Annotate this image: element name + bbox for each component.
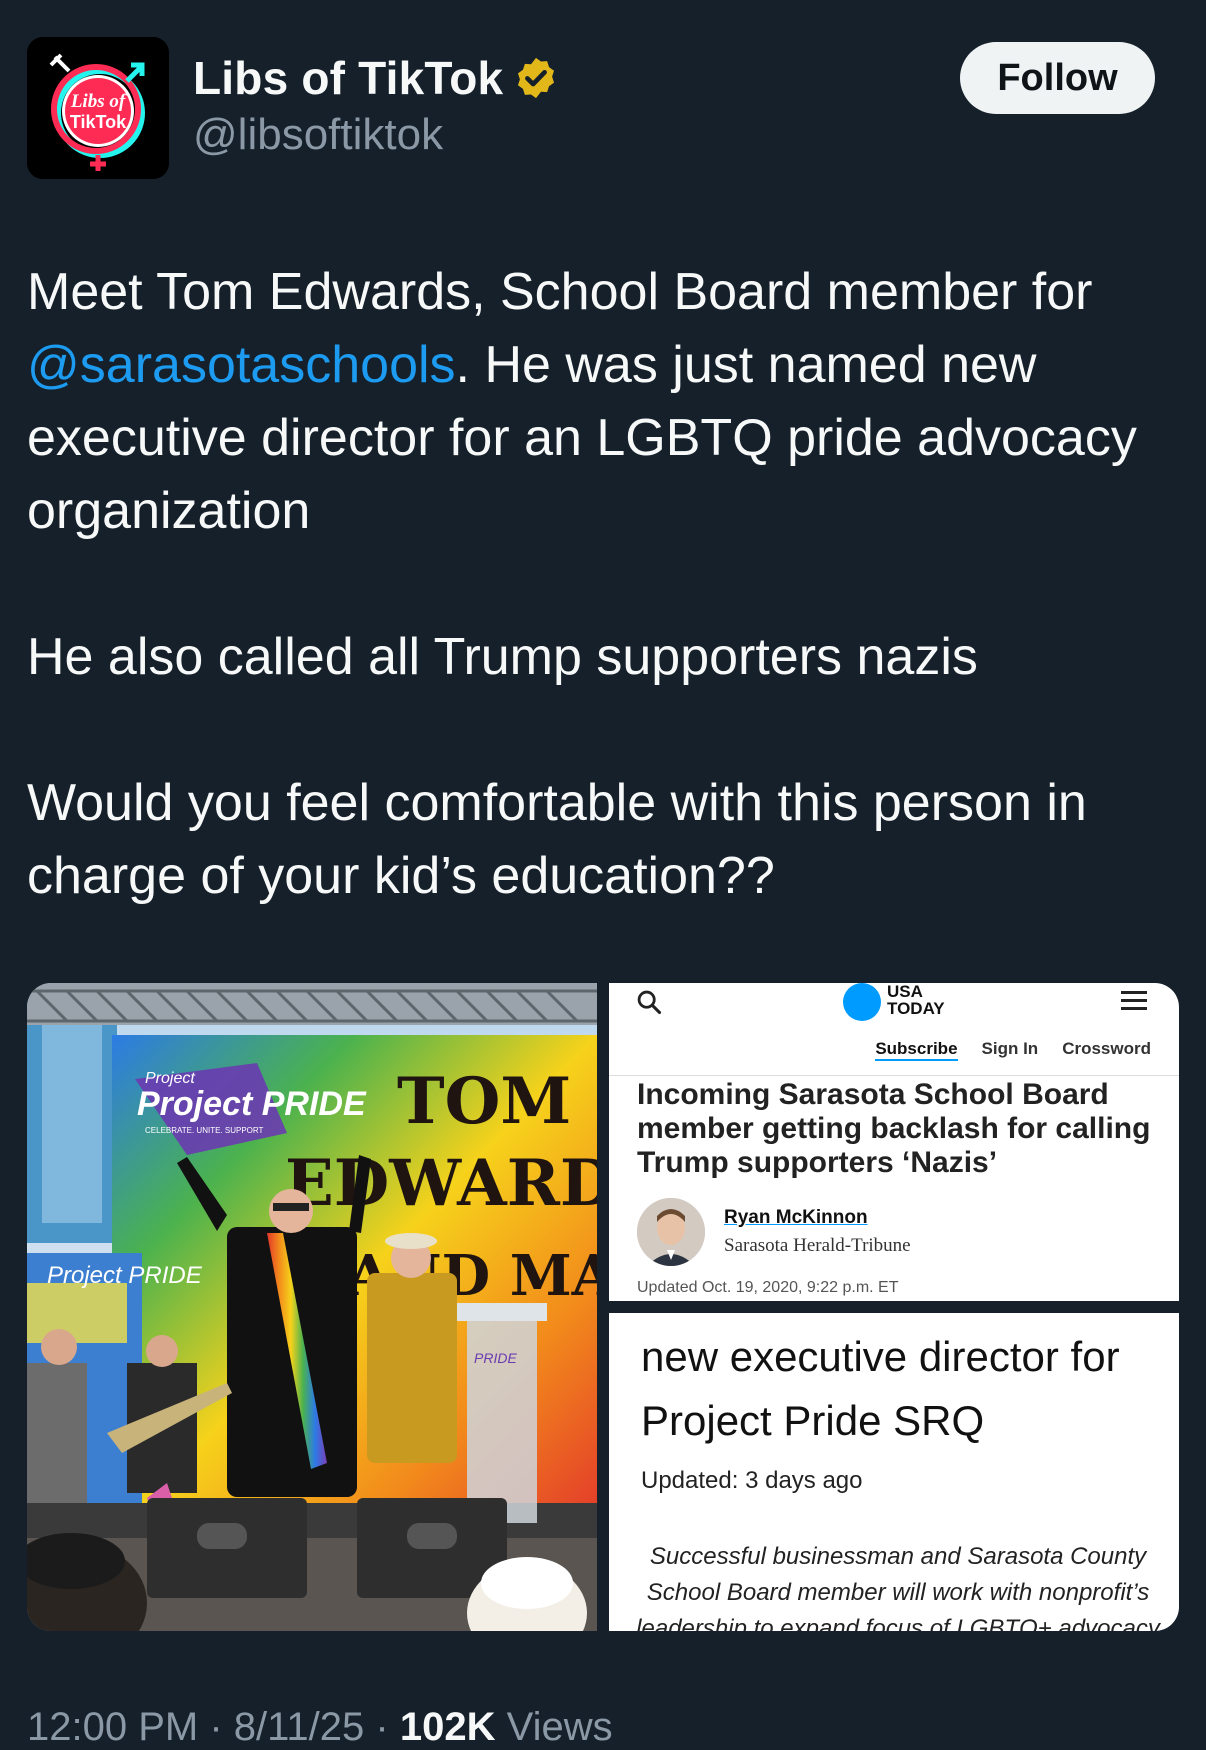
banner-tagline: CELEBRATE. UNITE. SUPPORT xyxy=(145,1126,264,1135)
search-icon[interactable] xyxy=(635,988,663,1016)
tweet-date[interactable]: 8/11/25 xyxy=(234,1705,365,1749)
tweet-paragraph-1: Meet Tom Edwards, School Board member fo… xyxy=(27,256,1187,548)
media-article-projectpride[interactable]: new executive director for Project Pride… xyxy=(609,1313,1179,1631)
author-publication: Sarasota Herald-Tribune xyxy=(724,1235,911,1256)
article-updated-time: Updated Oct. 19, 2020, 9:22 p.m. ET xyxy=(637,1279,899,1296)
side-banner-text: Project PRIDE xyxy=(47,1262,203,1289)
subscribe-link[interactable]: Subscribe xyxy=(875,1039,958,1061)
article2-summary: Successful businessman and Sarasota Coun… xyxy=(636,1543,1160,1631)
usatoday-nav: Subscribe Sign In Crossword xyxy=(875,1039,1151,1061)
usatoday-logo-line2: TODAY xyxy=(887,999,945,1018)
usatoday-header: USA TODAY Subscribe Sign In Crossword xyxy=(609,983,1179,1076)
sign-in-link[interactable]: Sign In xyxy=(982,1039,1039,1061)
usatoday-logo: USA TODAY xyxy=(887,983,945,1017)
author-photo xyxy=(637,1198,705,1266)
media-photo-stage[interactable]: Project PRIDE Project Project PRIDE CELE… xyxy=(27,983,597,1631)
views-count: 102K xyxy=(399,1705,496,1749)
usatoday-logo-dot-icon xyxy=(843,983,881,1021)
article2-headline: new executive director for Project Pride… xyxy=(641,1333,1120,1444)
author-name[interactable]: Ryan McKinnon xyxy=(724,1207,868,1229)
banner-name-1: TOM xyxy=(397,1064,571,1139)
tweet-time[interactable]: 12:00 PM xyxy=(27,1705,198,1749)
tweet-paragraph-2: He also called all Trump supporters nazi… xyxy=(27,628,978,686)
libs-of-tiktok-logo-icon: Libs of TikTok xyxy=(27,37,169,179)
media-grid: Project PRIDE Project Project PRIDE CELE… xyxy=(27,983,1179,1631)
avatar-text-line1: Libs of xyxy=(70,91,127,112)
media-article-usatoday[interactable]: USA TODAY Subscribe Sign In Crossword In… xyxy=(609,983,1179,1301)
tweet-text: Meet Tom Edwards, School Board member fo… xyxy=(27,256,1187,913)
meta-separator: · xyxy=(375,1705,389,1749)
podium-logo: PRIDE xyxy=(474,1350,517,1366)
avatar-text-line2: TikTok xyxy=(70,112,127,132)
tweet-line-1: Meet Tom Edwards, School Board member fo… xyxy=(27,263,1093,321)
tweet-meta: 12:00 PM · 8/11/25 · 102K Views xyxy=(27,1705,613,1750)
profile-avatar[interactable]: Libs of TikTok xyxy=(27,37,169,179)
tweet-paragraph-3: Would you feel comfortable with this per… xyxy=(27,774,1087,905)
hamburger-menu-icon[interactable] xyxy=(1121,989,1147,1011)
follow-button[interactable]: Follow xyxy=(960,42,1155,114)
banner-name-2: EDWARDS xyxy=(285,1146,597,1221)
crossword-link[interactable]: Crossword xyxy=(1062,1039,1151,1061)
display-name-row: Libs of TikTok xyxy=(193,48,559,108)
banner-logo: Project PRIDE xyxy=(137,1085,367,1123)
gold-verified-badge-icon[interactable] xyxy=(513,55,559,101)
article-headline: Incoming Sarasota School Board member ge… xyxy=(637,1078,1151,1179)
article2-updated-time: Updated: 3 days ago xyxy=(641,1467,863,1494)
meta-separator: · xyxy=(209,1705,223,1749)
author-avatar xyxy=(637,1198,705,1266)
pride-stage-photo: Project PRIDE Project Project PRIDE CELE… xyxy=(27,983,597,1631)
tweet-header: Libs of TikTok Libs of TikTok @libsoftik… xyxy=(0,0,1206,200)
mention-link[interactable]: @sarasotaschools xyxy=(27,336,456,394)
usatoday-logo-line1: USA xyxy=(887,983,923,1001)
user-handle[interactable]: @libsoftiktok xyxy=(193,110,443,160)
views-label: Views xyxy=(506,1705,613,1749)
display-name[interactable]: Libs of TikTok xyxy=(193,51,503,105)
